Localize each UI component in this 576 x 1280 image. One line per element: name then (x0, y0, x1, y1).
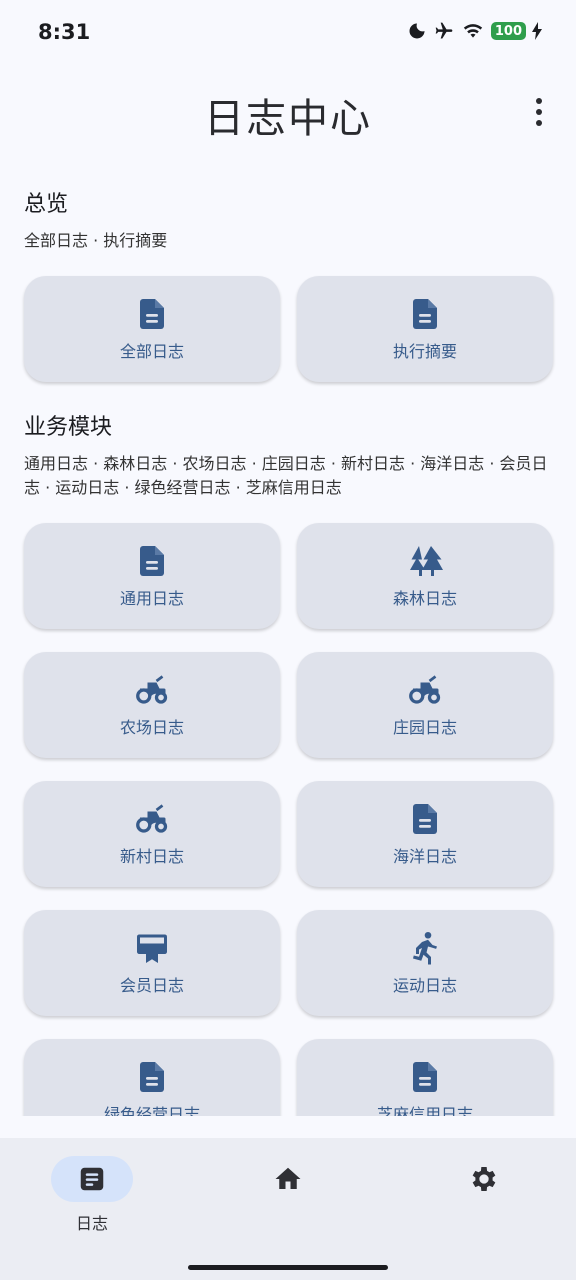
status-time: 8:31 (38, 20, 91, 44)
nav-item-home[interactable] (228, 1156, 348, 1202)
page-title: 日志中心 (204, 96, 372, 142)
card-label: 庄园日志 (392, 718, 457, 737)
card-sport-log[interactable]: 运动日志 (297, 910, 553, 1016)
running-person-icon (407, 930, 443, 966)
card-label: 海洋日志 (392, 847, 457, 866)
charging-bolt-icon (532, 22, 542, 40)
wifi-icon (463, 24, 483, 38)
card-label: 农场日志 (119, 718, 184, 737)
tractor-icon (134, 801, 170, 837)
card-label: 绿色经营日志 (103, 1105, 200, 1116)
nav-pill (443, 1156, 525, 1202)
status-bar: 8:31 100 (0, 0, 576, 64)
nav-item-logs[interactable]: 日志 (32, 1156, 152, 1234)
scroll-content[interactable]: 总览 全部日志 · 执行摘要 全部日志 执行摘要 业务模块 通用日志 · 森林日… (0, 170, 576, 1116)
tractor-icon (134, 672, 170, 708)
modules-section-title: 业务模块 (24, 415, 113, 440)
document-icon (407, 1059, 443, 1095)
log-icon (77, 1164, 107, 1194)
status-icons: 100 (407, 21, 542, 41)
home-icon (273, 1164, 303, 1194)
card-label: 执行摘要 (392, 342, 457, 361)
nav-label-logs: 日志 (75, 1214, 108, 1233)
forest-icon (407, 543, 443, 579)
more-options-button[interactable] (530, 96, 548, 128)
card-label: 会员日志 (119, 976, 184, 995)
nav-pill (247, 1156, 329, 1202)
more-vert-icon-dot (536, 98, 542, 104)
card-label: 运动日志 (392, 976, 457, 995)
card-forest-log[interactable]: 森林日志 (297, 523, 553, 629)
document-icon (407, 801, 443, 837)
top-app-bar: 日志中心 (0, 80, 576, 144)
card-execution-summary[interactable]: 执行摘要 (297, 276, 553, 382)
card-green-business-log[interactable]: 绿色经营日志 (24, 1039, 280, 1116)
card-ocean-log[interactable]: 海洋日志 (297, 781, 553, 887)
card-member-log[interactable]: 会员日志 (24, 910, 280, 1016)
overview-section-subtitle: 全部日志 · 执行摘要 (24, 231, 168, 250)
nav-active-indicator (51, 1156, 133, 1202)
airplane-mode-icon (435, 22, 453, 39)
overview-section-title: 总览 (24, 192, 69, 217)
document-icon (407, 296, 443, 332)
card-new-village-log[interactable]: 新村日志 (24, 781, 280, 887)
card-label: 全部日志 (119, 342, 184, 361)
membership-card-icon (134, 930, 170, 966)
card-label: 芝麻信用日志 (376, 1105, 473, 1116)
more-vert-icon-dot (536, 109, 542, 115)
card-label: 通用日志 (119, 589, 184, 608)
card-label: 新村日志 (119, 847, 184, 866)
card-general-log[interactable]: 通用日志 (24, 523, 280, 629)
gesture-navigation-bar[interactable] (188, 1265, 388, 1270)
settings-gear-icon (468, 1163, 500, 1195)
bottom-navigation: 日志 (0, 1138, 576, 1280)
document-icon (134, 296, 170, 332)
tractor-icon (407, 672, 443, 708)
more-vert-icon-dot (536, 120, 542, 126)
modules-section-subtitle: 通用日志 · 森林日志 · 农场日志 · 庄园日志 · 新村日志 · 海洋日志 … (24, 454, 548, 497)
document-icon (134, 543, 170, 579)
card-label: 森林日志 (392, 589, 457, 608)
document-icon (134, 1059, 170, 1095)
card-sesame-credit-log[interactable]: 芝麻信用日志 (297, 1039, 553, 1116)
card-all-logs[interactable]: 全部日志 (24, 276, 280, 382)
card-manor-log[interactable]: 庄园日志 (297, 652, 553, 758)
do-not-disturb-moon-icon (409, 23, 425, 39)
card-farm-log[interactable]: 农场日志 (24, 652, 280, 758)
battery-indicator: 100 (490, 22, 526, 40)
nav-item-settings[interactable] (424, 1156, 544, 1202)
